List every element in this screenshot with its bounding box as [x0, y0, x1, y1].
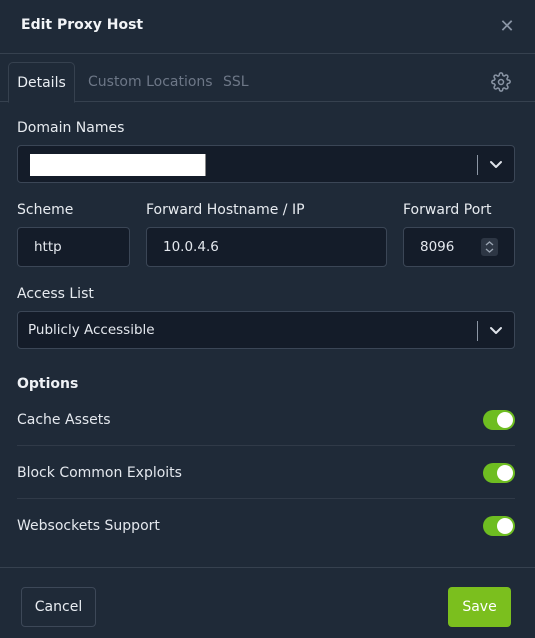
- divider: [17, 498, 515, 499]
- option-websockets-support: Websockets Support: [17, 516, 515, 569]
- toggle-knob: [497, 465, 513, 481]
- select-divider: [477, 155, 478, 175]
- forward-port-label: Forward Port: [403, 202, 492, 218]
- tab-bar: Details Custom Locations SSL: [0, 62, 535, 103]
- forward-hostname-value: 10.0.4.6: [163, 239, 219, 255]
- option-cache-assets: Cache Assets: [17, 410, 515, 463]
- forward-hostname-label: Forward Hostname / IP: [146, 202, 305, 218]
- domain-names-select[interactable]: [17, 145, 515, 183]
- forward-hostname-input[interactable]: 10.0.4.6: [146, 227, 387, 267]
- save-button[interactable]: Save: [448, 587, 511, 627]
- dialog-title: Edit Proxy Host: [21, 17, 144, 33]
- cancel-button[interactable]: Cancel: [21, 587, 96, 627]
- stepper-arrows-icon: [485, 241, 494, 253]
- dialog-footer: Cancel Save: [0, 567, 535, 638]
- option-label: Websockets Support: [17, 518, 160, 534]
- access-list-value: Publicly Accessible: [28, 322, 155, 338]
- scheme-input[interactable]: http: [17, 227, 130, 267]
- domain-chip-redacted: [30, 154, 206, 176]
- option-label: Cache Assets: [17, 412, 111, 428]
- access-list-label: Access List: [17, 286, 94, 302]
- scheme-value: http: [34, 239, 62, 255]
- dialog-header: Edit Proxy Host ✕: [0, 0, 535, 54]
- websockets-support-toggle[interactable]: [483, 516, 515, 536]
- forward-port-input[interactable]: 8096: [403, 227, 515, 267]
- scheme-label: Scheme: [17, 202, 74, 218]
- toggle-knob: [497, 412, 513, 428]
- access-list-select[interactable]: Publicly Accessible: [17, 311, 515, 349]
- chevron-down-icon[interactable]: [486, 320, 506, 340]
- divider: [17, 445, 515, 446]
- gear-icon[interactable]: [491, 72, 511, 92]
- select-divider: [477, 321, 478, 341]
- block-common-exploits-toggle[interactable]: [483, 463, 515, 483]
- forward-port-value: 8096: [420, 239, 455, 255]
- port-stepper[interactable]: [481, 238, 498, 256]
- tab-details[interactable]: Details: [8, 62, 75, 103]
- option-block-common-exploits: Block Common Exploits: [17, 463, 515, 516]
- tab-custom-locations[interactable]: Custom Locations: [88, 62, 213, 102]
- chevron-down-icon[interactable]: [486, 154, 506, 174]
- options-heading: Options: [17, 376, 79, 392]
- toggle-knob: [497, 518, 513, 534]
- tab-ssl[interactable]: SSL: [223, 62, 249, 102]
- option-label: Block Common Exploits: [17, 465, 182, 481]
- close-icon[interactable]: ✕: [497, 17, 517, 37]
- edit-proxy-host-dialog: Edit Proxy Host ✕ Details Custom Locatio…: [0, 0, 535, 638]
- cache-assets-toggle[interactable]: [483, 410, 515, 430]
- domain-names-label: Domain Names: [17, 120, 125, 136]
